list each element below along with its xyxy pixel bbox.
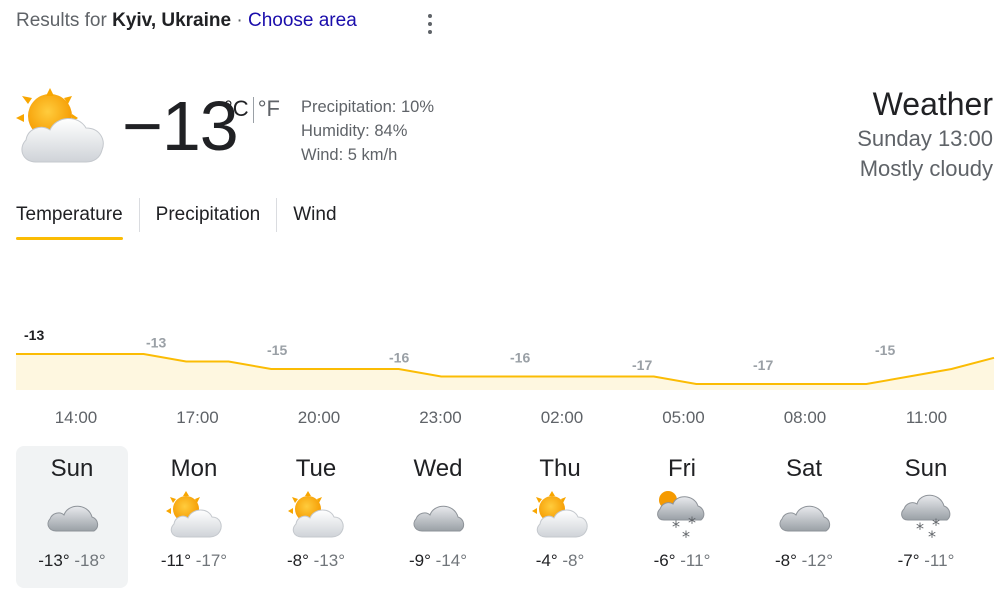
- current-time: Sunday 13:00: [857, 126, 993, 151]
- cloudy-icon: [16, 484, 128, 546]
- day-temps: -13° -18°: [16, 551, 128, 571]
- day-name: Sun: [904, 455, 948, 482]
- high-temp: -13°: [38, 551, 70, 570]
- more-vert-icon[interactable]: [420, 12, 440, 36]
- high-temp: -7°: [897, 551, 920, 570]
- day-name: Fri: [668, 455, 696, 482]
- day-temps: -11° -17°: [138, 551, 250, 571]
- forecast-day-sun[interactable]: Sun -13° -18°: [16, 446, 128, 588]
- cloudy-icon: [382, 484, 494, 546]
- low-temp: -17°: [195, 551, 228, 570]
- svg-text:*: *: [928, 527, 936, 542]
- high-temp: -9°: [408, 551, 431, 570]
- tab-precipitation[interactable]: Precipitation: [138, 198, 277, 232]
- day-name: Wed: [413, 455, 463, 482]
- time-tick-label: 05:00: [662, 408, 705, 427]
- separator-dot: ·: [231, 10, 248, 31]
- choose-area-link[interactable]: Choose area: [248, 10, 357, 31]
- forecast-day-thu[interactable]: Thu -4° -8°: [504, 446, 616, 588]
- tab-temperature[interactable]: Temperature: [16, 198, 139, 240]
- day-temps: -8° -13°: [260, 551, 372, 571]
- current-temperature: −13: [122, 87, 239, 165]
- low-temp: -14°: [435, 551, 468, 570]
- temperature-data-label: -15: [267, 342, 287, 358]
- low-temp: -11°: [680, 551, 711, 570]
- time-tick-label: 20:00: [297, 408, 341, 427]
- partly-cloudy-icon: [138, 484, 250, 546]
- time-tick-label: 08:00: [783, 408, 827, 427]
- day-temps: -4° -8°: [504, 551, 616, 571]
- temperature-data-label: -17: [753, 357, 773, 373]
- high-temp: -11°: [160, 551, 191, 570]
- celsius-button[interactable]: °C: [224, 96, 249, 121]
- snow-icon: * * *: [870, 484, 982, 546]
- high-temp: -4°: [535, 551, 558, 570]
- location-name: Kyiv, Ukraine: [112, 10, 232, 31]
- day-name: Mon: [170, 455, 218, 482]
- forecast-tabs: Temperature Precipitation Wind: [16, 198, 353, 242]
- high-temp: -8°: [774, 551, 797, 570]
- weather-title: Weather: [872, 86, 993, 122]
- tab-wind[interactable]: Wind: [276, 198, 352, 232]
- forecast-day-tue[interactable]: Tue -8° -13°: [260, 446, 372, 588]
- weather-summary: Weather Sunday 13:00 Mostly cloudy: [857, 84, 993, 184]
- temperature-data-label: -16: [510, 350, 530, 366]
- forecast-day-fri[interactable]: Fri * * * -6° -11°: [626, 446, 738, 588]
- results-header: Results for Kyiv, Ukraine · Choose area: [16, 10, 357, 32]
- forecast-day-sun[interactable]: Sun * * * -7° -11°: [870, 446, 982, 588]
- forecast-day-wed[interactable]: Wed -9° -14°: [382, 446, 494, 588]
- forecast-day-mon[interactable]: Mon -11° -17°: [138, 446, 250, 588]
- day-name: Sun: [50, 455, 94, 482]
- day-name: Thu: [539, 455, 581, 482]
- mostly-cloudy-icon: [16, 88, 106, 171]
- snow-partly-cloudy-icon: * * *: [626, 484, 738, 546]
- low-temp: -8°: [562, 551, 585, 570]
- forecast-day-sat[interactable]: Sat -8° -12°: [748, 446, 860, 588]
- svg-text:*: *: [916, 519, 924, 538]
- humidity-text: Humidity: 84%: [301, 122, 408, 140]
- day-name: Tue: [295, 455, 337, 482]
- svg-text:*: *: [672, 517, 680, 536]
- precipitation-text: Precipitation: 10%: [301, 98, 434, 116]
- temperature-data-label: -17: [632, 357, 652, 373]
- fahrenheit-button[interactable]: °F: [258, 96, 280, 121]
- partly-cloudy-icon: [504, 484, 616, 546]
- temperature-data-label: -16: [389, 350, 409, 366]
- results-prefix: Results for: [16, 10, 107, 31]
- time-tick-label: 23:00: [419, 408, 462, 427]
- day-temps: -9° -14°: [382, 551, 494, 571]
- high-temp: -6°: [653, 551, 676, 570]
- temperature-data-label: -13: [146, 335, 166, 351]
- svg-text:*: *: [682, 527, 690, 542]
- day-temps: -7° -11°: [870, 551, 982, 571]
- cloudy-icon: [748, 484, 860, 546]
- current-condition: Mostly cloudy: [859, 156, 993, 181]
- day-temps: -8° -12°: [748, 551, 860, 571]
- unit-divider: [252, 97, 254, 124]
- time-axis: 14:00 17:00 20:00 23:00 02:00 05:00 08:00 11:00: [16, 408, 1000, 432]
- partly-cloudy-icon: [260, 484, 372, 546]
- wind-text: Wind: 5 km/h: [301, 146, 398, 164]
- daily-forecast: Sun -13° -18° Mon -11° -17° Tue -8° -13° Wed -9…: [16, 446, 1000, 588]
- time-tick-label: 02:00: [540, 408, 584, 427]
- day-temps: -6° -11°: [626, 551, 738, 571]
- temperature-data-label: -13: [24, 327, 44, 343]
- day-name: Sat: [785, 455, 823, 482]
- low-temp: -13°: [313, 551, 346, 570]
- weather-details: Precipitation: 10% Humidity: 84% Wind: 5…: [301, 95, 434, 167]
- temperature-chart: -13 -13 -15 -16 -16 -17 -17 -15: [16, 327, 995, 390]
- time-tick-label: 11:00: [905, 408, 948, 427]
- low-temp: -18°: [74, 551, 106, 570]
- time-tick-label: 14:00: [54, 408, 98, 427]
- low-temp: -12°: [801, 551, 834, 570]
- temperature-data-label: -15: [875, 342, 895, 358]
- low-temp: -11°: [924, 551, 955, 570]
- unit-toggle: °C °F: [224, 96, 280, 124]
- high-temp: -8°: [286, 551, 309, 570]
- time-tick-label: 17:00: [176, 408, 219, 427]
